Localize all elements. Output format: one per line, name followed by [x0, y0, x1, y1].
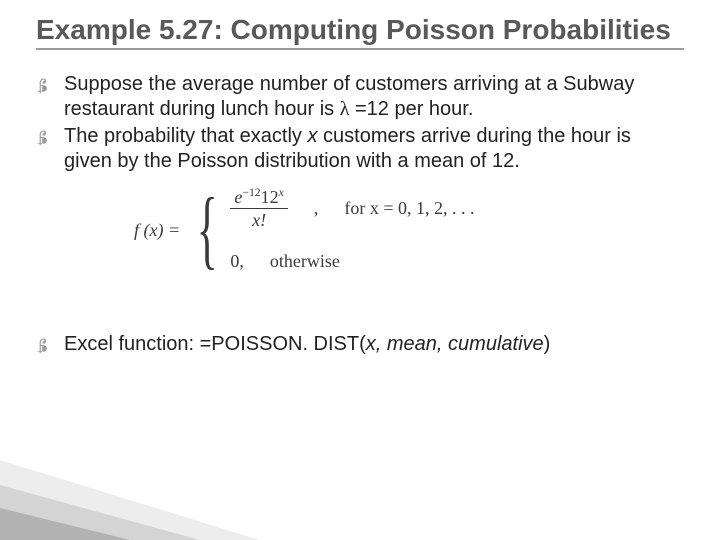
text: Excel function:: [64, 333, 200, 355]
slide: Example 5.27: Computing Poisson Probabil…: [0, 0, 720, 540]
exp-neg12: −12: [242, 186, 260, 199]
bullet-item-2: The probability that exactly x customers…: [36, 124, 684, 174]
case-2: 0, otherwise: [230, 251, 474, 272]
comma: ,: [314, 198, 319, 219]
text: The probability that exactly: [64, 125, 307, 147]
formula-block: f (x) = { e−1212x x! , for x = 0, 1, 2, …: [134, 188, 684, 272]
bullet-list-2: Excel function: =POISSON. DIST(x, mean, …: [36, 332, 684, 357]
corner-decoration: [0, 450, 300, 540]
fraction: e−1212x x!: [230, 188, 287, 229]
variable-x: x: [307, 125, 317, 147]
zero: 0,: [230, 251, 244, 272]
cases: e−1212x x! , for x = 0, 1, 2, . . . 0, o…: [230, 188, 474, 272]
piecewise-formula: f (x) = { e−1212x x! , for x = 0, 1, 2, …: [134, 188, 684, 272]
twelve: 12: [261, 187, 279, 207]
wedge-icon: [0, 508, 130, 540]
lambda-symbol: λ: [340, 98, 350, 120]
numerator: e−1212x: [230, 188, 287, 209]
bullet-list-1: Suppose the average number of customers …: [36, 72, 684, 174]
condition-1: for x = 0, 1, 2, . . .: [344, 198, 474, 219]
left-brace-icon: {: [197, 199, 218, 261]
excel-function-name: =POISSON. DIST(: [200, 333, 366, 355]
excel-function-close: ): [544, 333, 551, 355]
slide-title: Example 5.27: Computing Poisson Probabil…: [36, 14, 684, 50]
condition-2: otherwise: [270, 251, 340, 272]
case-1: e−1212x x! , for x = 0, 1, 2, . . .: [230, 188, 474, 229]
text: =12 per hour.: [349, 98, 473, 120]
exp-x: x: [279, 186, 284, 199]
bullet-item-3: Excel function: =POISSON. DIST(x, mean, …: [36, 332, 684, 357]
excel-function-args: x, mean, cumulative: [366, 333, 544, 355]
formula-label: f (x) =: [134, 220, 180, 241]
bullet-item-1: Suppose the average number of customers …: [36, 72, 684, 122]
denominator: x!: [252, 209, 266, 229]
